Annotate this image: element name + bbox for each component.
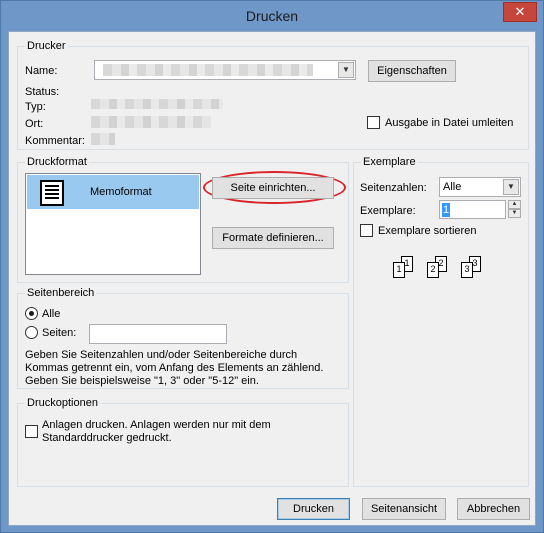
range-help-line1: Geben Sie Seitenzahlen und/oder Seitenbe… (25, 349, 298, 361)
printer-group-label: Drucker (25, 39, 68, 53)
range-pages-label[interactable]: Seiten: (42, 326, 76, 340)
spin-up-icon[interactable]: ▲ (508, 200, 521, 209)
collate-label[interactable]: Exemplare sortieren (378, 224, 476, 238)
range-all-label[interactable]: Alle (42, 307, 60, 321)
range-pages-radio[interactable] (25, 326, 38, 339)
copies-count-input[interactable]: 1 (439, 200, 506, 219)
cancel-button[interactable]: Abbrechen (457, 498, 530, 520)
print-to-file-checkbox[interactable] (367, 116, 380, 129)
spin-down-icon[interactable]: ▼ (508, 209, 521, 218)
print-to-file-label[interactable]: Ausgabe in Datei umleiten (385, 116, 513, 130)
copies-group-label: Exemplare (361, 155, 418, 169)
printer-location-label: Ort: (25, 118, 44, 130)
collate-page-icon: 2 (427, 262, 439, 278)
range-all-radio[interactable] (25, 307, 38, 320)
print-attachments-checkbox[interactable] (25, 425, 38, 438)
print-options-group: Druckoptionen (17, 396, 349, 487)
dialog-body: Drucker Name: ▼ Eigenschaften Status: Ty… (8, 31, 536, 526)
define-styles-button[interactable]: Formate definieren... (212, 227, 334, 249)
chevron-down-icon[interactable]: ▼ (503, 179, 519, 195)
print-dialog: Drucken ✕ Drucker Name: ▼ Eigenschaften … (0, 0, 544, 533)
collate-illustration: 1 1 2 2 3 3 (393, 256, 493, 290)
range-pages-input[interactable] (89, 324, 227, 344)
range-help-line3: Geben Sie beispielsweise "1, 3" oder "5-… (25, 375, 259, 387)
collate-checkbox[interactable] (360, 224, 373, 237)
print-options-group-label: Druckoptionen (25, 396, 100, 410)
print-button[interactable]: Drucken (277, 498, 350, 520)
memo-style-icon (40, 180, 64, 206)
print-style-group-label: Druckformat (25, 155, 89, 169)
range-help-line2: Kommas getrennt ein, vom Anfang des Elem… (25, 362, 324, 374)
copies-pages-label: Seitenzahlen: (360, 182, 427, 194)
printer-type-value-redacted (91, 99, 223, 109)
dialog-title: Drucken (245, 8, 299, 24)
copies-pages-combo[interactable]: Alle ▼ (439, 177, 521, 197)
chevron-down-icon[interactable]: ▼ (338, 62, 354, 78)
printer-status-label: Status: (25, 86, 60, 98)
printer-name-value-redacted (103, 64, 313, 76)
printer-name-label: Name: (25, 65, 58, 77)
copies-count-value: 1 (442, 203, 451, 217)
printer-name-combo[interactable]: ▼ (94, 60, 356, 80)
printer-comment-value-redacted (91, 133, 115, 145)
print-style-list[interactable]: Memoformat (25, 173, 201, 275)
page-range-group-label: Seitenbereich (25, 286, 97, 300)
print-attachments-line1[interactable]: Anlagen drucken. Anlagen werden nur mit … (42, 418, 271, 432)
page-setup-button[interactable]: Seite einrichten... (212, 177, 334, 199)
collate-page-icon: 1 (393, 262, 405, 278)
close-button[interactable]: ✕ (503, 2, 537, 22)
printer-location-value-redacted (91, 116, 211, 128)
copies-pages-value: Alle (443, 181, 462, 193)
collate-page-icon: 3 (461, 262, 473, 278)
copies-count-label: Exemplare: (360, 205, 416, 217)
title-bar[interactable]: Drucken ✕ (1, 1, 543, 31)
print-style-item-memo[interactable]: Memoformat (27, 175, 199, 209)
properties-button[interactable]: Eigenschaften (368, 60, 456, 82)
print-style-item-label: Memoformat (90, 186, 152, 198)
printer-type-label: Typ: (25, 101, 46, 113)
preview-button[interactable]: Seitenansicht (362, 498, 446, 520)
print-attachments-line2[interactable]: Standarddrucker gedruckt. (42, 431, 172, 445)
printer-comment-label: Kommentar: (25, 135, 85, 147)
